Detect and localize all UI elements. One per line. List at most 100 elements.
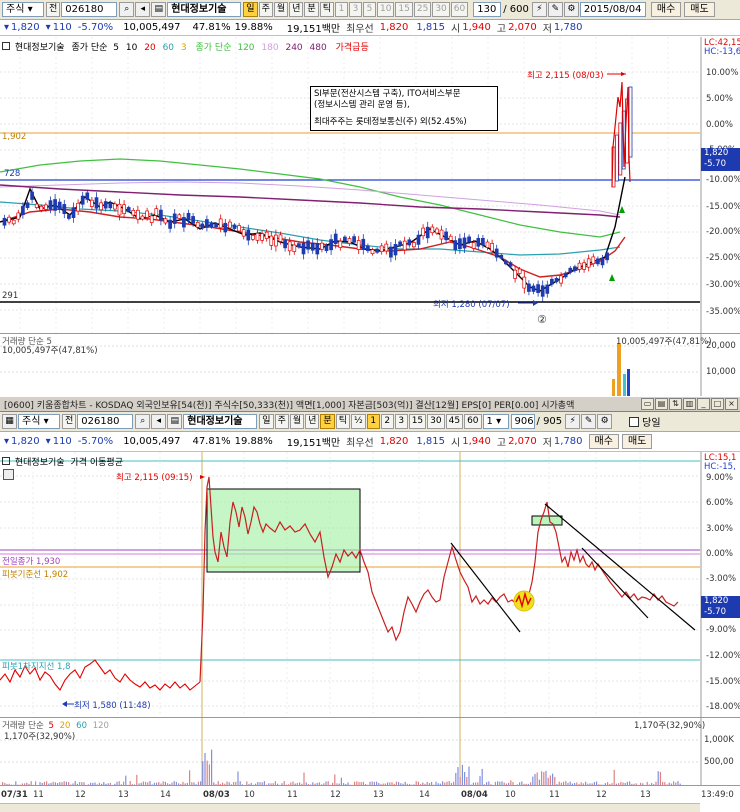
top-axis-m30: -30.00% <box>706 280 740 290</box>
interval-5[interactable]: 5 <box>362 2 376 17</box>
spike-candle <box>615 134 619 182</box>
bottom-legend-icon[interactable] <box>3 469 14 480</box>
daily-volume-chart[interactable]: 거래량 단순 5 10,005,497주(47,81%) 10,005,497주… <box>0 333 740 396</box>
bottom-settings-icon[interactable]: ⚙ <box>597 414 613 429</box>
quote-best-label: 최우선 <box>346 24 374 35</box>
window-icon-1[interactable]: ▭ <box>641 398 654 410</box>
tools-icon[interactable]: ✎ <box>547 2 563 17</box>
period-month-button[interactable]: 월 <box>273 2 289 17</box>
bottom-chart-type-icon[interactable]: ⚡ <box>565 414 581 429</box>
bottom-period-minute-button[interactable]: 분 <box>320 414 335 429</box>
horizontal-scrollbar[interactable] <box>0 803 700 812</box>
today-label: 당일 <box>642 418 661 429</box>
prev-button[interactable]: 전 <box>46 2 61 17</box>
bottom-interval-30[interactable]: 30 <box>427 414 445 429</box>
consolidation-box[interactable] <box>206 488 361 573</box>
window-icon-2[interactable]: ▤ <box>655 398 668 410</box>
candle-body <box>329 239 333 251</box>
interval-30[interactable]: 30 <box>432 2 450 17</box>
interval-60[interactable]: 60 <box>450 2 469 17</box>
window-icon-4[interactable]: ▥ <box>683 398 696 410</box>
trendline-3 <box>581 547 649 619</box>
volume-bar <box>237 771 239 785</box>
bottom-prev-stock-icon[interactable]: ◂ <box>151 414 167 429</box>
period-week-button[interactable]: 주 <box>258 2 273 17</box>
bottom-sell-button[interactable]: 매도 <box>621 434 653 449</box>
bottom-legend-checkbox[interactable] <box>2 457 10 465</box>
interval-1[interactable]: 1 <box>334 2 348 17</box>
bottom-quote-change: 110 <box>52 436 72 447</box>
bottom-stock-list-icon[interactable]: ▤ <box>167 414 183 429</box>
daily-price-chart[interactable]: 현대정보기술 종가 단순 5 10 20 60 3 종가 단순 120 180 … <box>0 37 740 333</box>
bottom-interval-60[interactable]: 60 <box>464 414 482 429</box>
bottom-interval-1[interactable]: 1 <box>366 414 380 429</box>
sell-button[interactable]: 매도 <box>684 2 715 17</box>
bottom-interval-2[interactable]: 2 <box>380 414 394 429</box>
window-title-bar[interactable]: [0600] 키움종합차트 - KOSDAQ 외국인보유[54(천)] 주식수[… <box>0 396 740 412</box>
bottom-interval-3[interactable]: 3 <box>394 414 408 429</box>
close-icon[interactable]: × <box>725 398 738 410</box>
candle-body <box>568 267 573 273</box>
bottom-buy-button[interactable]: 매수 <box>588 434 619 449</box>
interval-3[interactable]: 3 <box>348 2 362 17</box>
bottom-count-input[interactable]: 906 <box>510 414 535 429</box>
minute-price-chart[interactable]: 현대정보기술 가격 이동평균 최고 2,115 (09:15) 최저 1,580… <box>0 452 740 717</box>
maximize-icon[interactable]: □ <box>711 398 724 410</box>
market-select[interactable]: 주식 ▾ <box>2 2 44 17</box>
interval-15[interactable]: 15 <box>395 2 413 17</box>
bottom-period-week-button[interactable]: 주 <box>274 414 289 429</box>
prev-stock-icon[interactable]: ◂ <box>135 2 151 17</box>
minute-volume-chart[interactable]: 거래량 단순 5 20 60 120 1,170주(32,90%) 1,170주… <box>0 717 740 785</box>
quote-price: 1,820 <box>11 22 40 33</box>
quote-ask: 1,820 <box>379 22 409 33</box>
bottom-market-select-value: 주식 <box>22 416 41 427</box>
candle-body <box>62 204 67 214</box>
candle-body <box>278 234 283 242</box>
bottom-code-input[interactable]: 026180 <box>77 414 134 429</box>
interval-25[interactable]: 25 <box>413 2 432 17</box>
candle-body <box>439 229 444 240</box>
chart-type-icon[interactable]: ⚡ <box>531 2 547 17</box>
period-day-button[interactable]: 일 <box>243 2 258 17</box>
pivot-base-label: 피봇기준선 1,902 <box>2 570 69 580</box>
bottom-search-icon[interactable]: ⌕ <box>135 414 151 429</box>
buy-button[interactable]: 매수 <box>650 2 682 17</box>
window-icon-3[interactable]: ⇅ <box>669 398 682 410</box>
bottom-price-tag: 1,820 -5.70 <box>701 596 740 618</box>
interval-10[interactable]: 10 <box>376 2 395 17</box>
candle-body <box>223 222 228 233</box>
count-input[interactable]: 130 <box>473 2 502 17</box>
period-minute-button[interactable]: 분 <box>304 2 319 17</box>
bottom-market-select[interactable]: 주식 ▾ <box>18 414 60 429</box>
bottom-quote-change-pct: -5.70% <box>77 436 114 447</box>
bottom-period-day-button[interactable]: 일 <box>259 414 274 429</box>
bottom-period-month-button[interactable]: 월 <box>289 414 305 429</box>
minimize-icon[interactable]: _ <box>697 398 710 410</box>
bottom-period-year-button[interactable]: 년 <box>305 414 320 429</box>
period-year-button[interactable]: 년 <box>289 2 304 17</box>
today-checkbox[interactable] <box>629 416 640 427</box>
bottom-period-tick-button[interactable]: 틱 <box>335 414 350 429</box>
search-icon[interactable]: ⌕ <box>119 2 135 17</box>
bottom-quote-price-arrow: ▾ <box>4 436 10 447</box>
company-note-line-4: 최대주주는 롯데정보통신(주) 외(52.45%) <box>314 117 467 127</box>
code-input[interactable]: 026180 <box>61 2 118 17</box>
settings-icon[interactable]: ⚙ <box>563 2 579 17</box>
candle-body <box>145 210 149 218</box>
bottom-half-button[interactable]: ½ <box>350 414 366 429</box>
stock-list-icon[interactable]: ▤ <box>151 2 167 17</box>
bottom-interval-15[interactable]: 15 <box>408 414 427 429</box>
bottom-tools-icon[interactable]: ✎ <box>581 414 597 429</box>
bottom-prev-button[interactable]: 전 <box>62 414 77 429</box>
period-tick-button[interactable]: 틱 <box>319 2 334 17</box>
bottom-interval-input[interactable]: 1 ▾ <box>482 414 509 429</box>
candle-body <box>292 244 297 252</box>
company-note[interactable]: SI부문(전산시스템 구축), ITO서비스부문 (정보시스템 관리 운영 등)… <box>310 86 498 131</box>
small-box[interactable] <box>531 515 563 526</box>
date-input[interactable]: 2015/08/04 <box>579 2 646 17</box>
legend-checkbox[interactable] <box>2 42 10 50</box>
bottom-interval-45[interactable]: 45 <box>445 414 464 429</box>
chart-menu-icon[interactable]: ▦ <box>2 414 17 429</box>
candle-body <box>154 208 159 216</box>
legend-stock-name: 현대정보기술 <box>14 43 65 53</box>
